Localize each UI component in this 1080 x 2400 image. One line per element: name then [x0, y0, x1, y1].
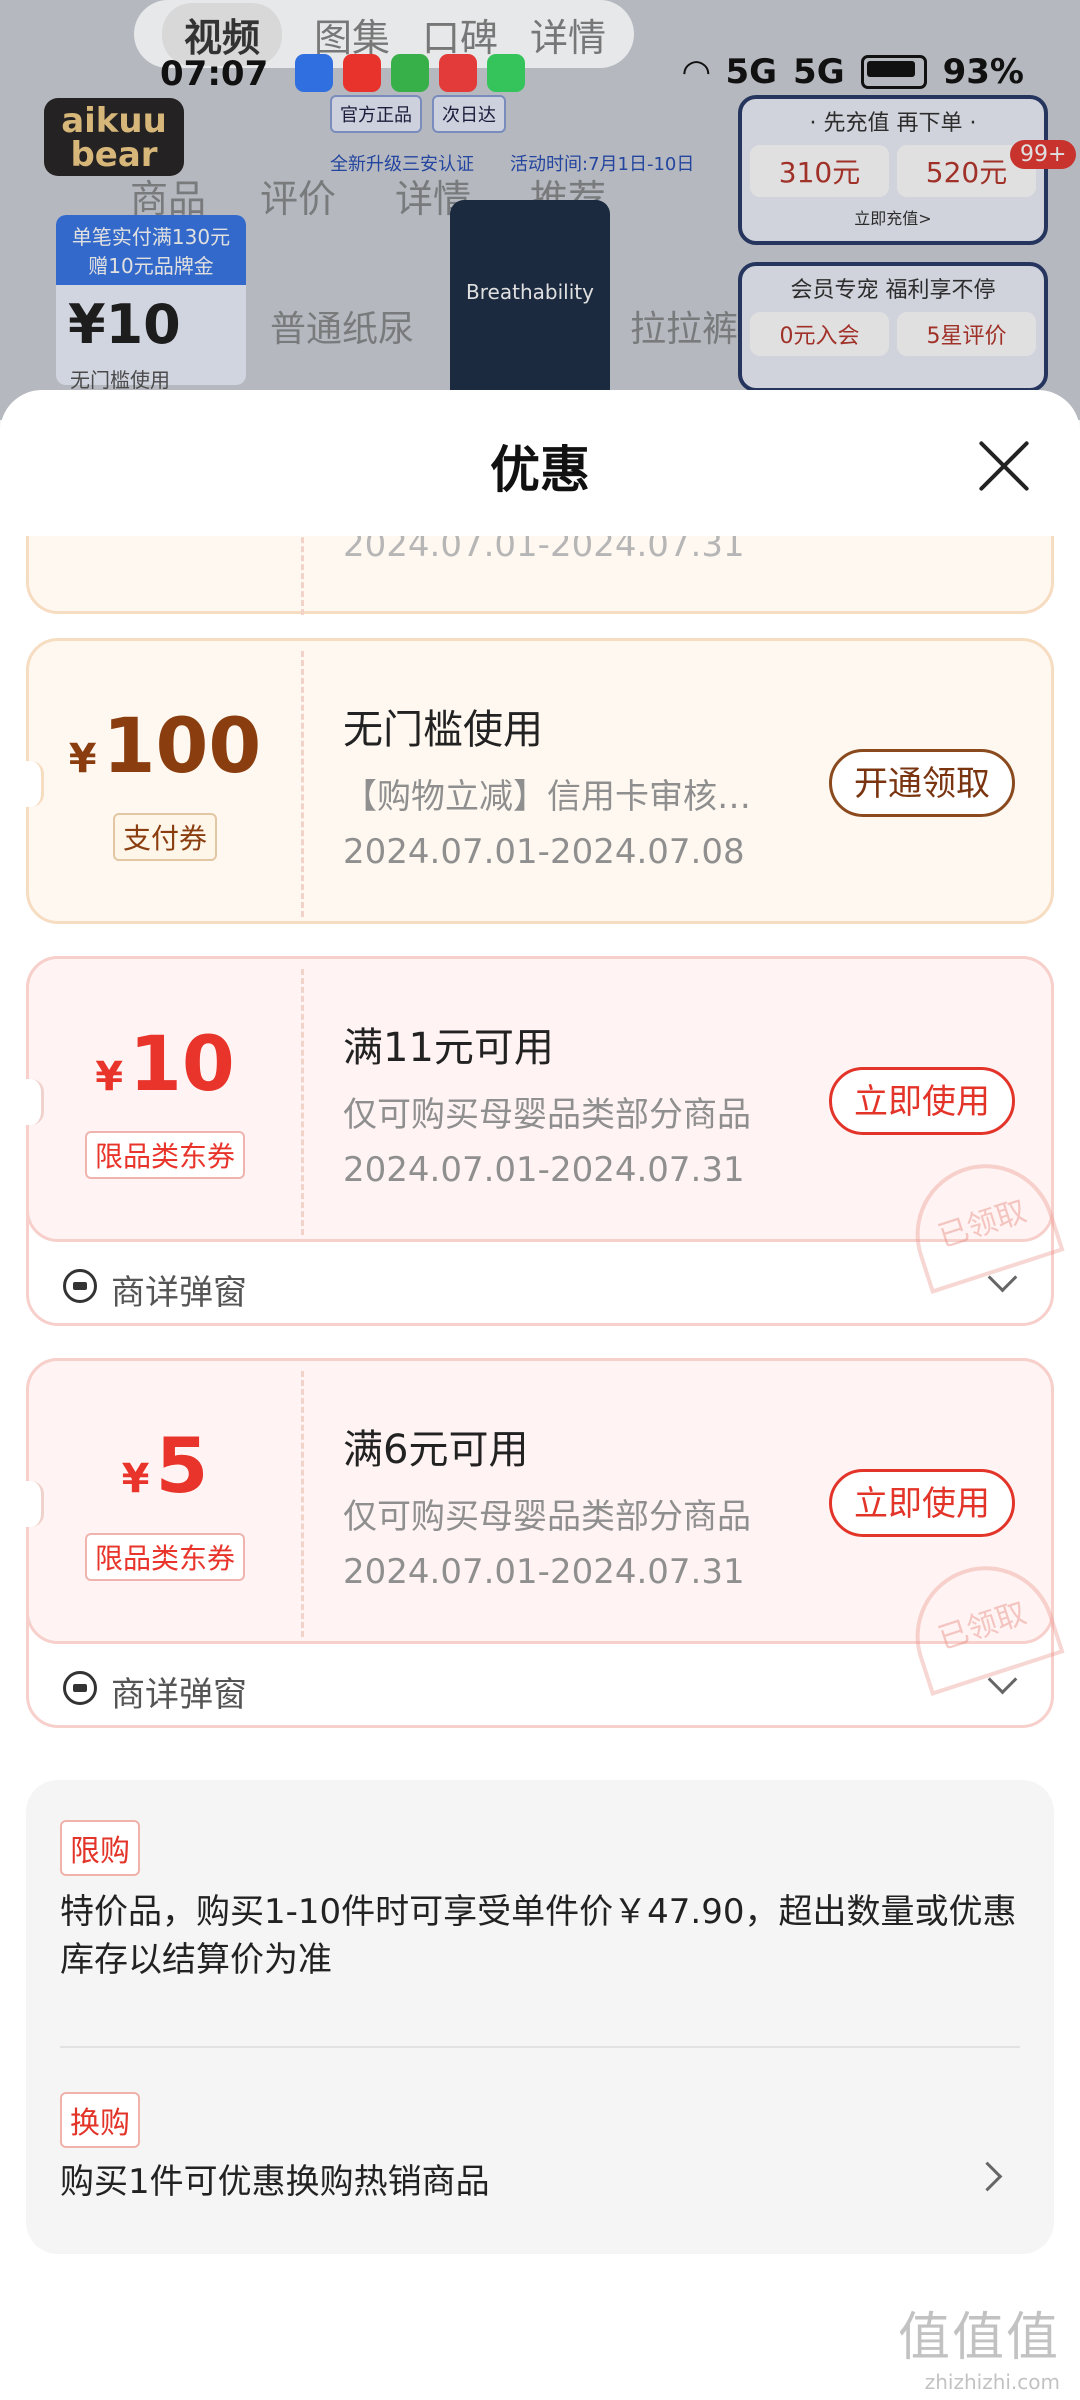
coupon-info: 无门槛使用 【购物立减】信用卡审核… 2024.07.01-2024.07.08: [343, 697, 803, 872]
chevron-down-icon[interactable]: [987, 1262, 1018, 1293]
footer-label: 商详弹窗: [111, 1675, 247, 1715]
use-now-button[interactable]: 立即使用: [829, 1469, 1015, 1537]
message-icon: [391, 54, 429, 92]
ticket-icon: [63, 1269, 97, 1303]
coupon-card[interactable]: ¥5 限品类东券 满6元可用 仅可购买母婴品类部分商品 2024.07.01-2…: [15, 1358, 1065, 1728]
phone-icon: [487, 54, 525, 92]
exchange-badge: 换购: [60, 2092, 140, 2148]
battery-icon: [860, 55, 927, 89]
watermark: 值值值 zhizhizhi.com: [898, 2295, 1060, 2394]
status-bar: 07:07 ◠ 5G 5G 93%: [0, 40, 1080, 110]
coupon-list[interactable]: 2024.07.01-2024.07.31 ¥100 支付券 无门槛使用 【购物…: [0, 536, 1080, 2400]
coupon-dates: 2024.07.01-2024.07.31: [343, 1150, 745, 1190]
coupon-divider: [301, 651, 304, 917]
coupon-card[interactable]: ¥100 支付券 无门槛使用 【购物立减】信用卡审核… 2024.07.01-2…: [15, 638, 1054, 924]
limit-text: 特价品，购买1-10件时可享受单件价￥47.90，超出数量或优惠库存以结算价为准: [60, 1892, 1017, 1980]
activate-claim-button[interactable]: 开通领取: [829, 749, 1015, 817]
coupon-dates: 2024.07.01-2024.07.08: [343, 832, 745, 872]
limit-badge: 限购: [60, 1820, 140, 1876]
signal-5g-icon: 5G: [793, 52, 845, 92]
coupon-condition: 满6元可用: [343, 1427, 529, 1473]
chevron-down-icon[interactable]: [987, 1664, 1018, 1695]
coupon-condition: 无门槛使用: [343, 707, 543, 753]
coupon-body: ¥10 限品类东券 满11元可用 仅可购买母婴品类部分商品 2024.07.01…: [15, 956, 1065, 1294]
footer-label: 商详弹窗: [111, 1273, 247, 1313]
battery-level: 93%: [942, 52, 1024, 92]
signal-5g-icon: 5G: [725, 52, 778, 92]
notification-icons: [295, 54, 525, 92]
divider: [60, 2046, 1020, 2048]
chevron-right-icon[interactable]: [972, 2161, 1003, 2192]
coupon-divider: [301, 1371, 304, 1637]
use-now-button[interactable]: 立即使用: [829, 1067, 1015, 1135]
coupon-condition: 满11元可用: [343, 1025, 554, 1071]
coupon-card[interactable]: ¥10 限品类东券 满11元可用 仅可购买母婴品类部分商品 2024.07.01…: [15, 956, 1065, 1326]
app-icon: [439, 54, 477, 92]
discount-sheet: 优惠 2024.07.01-2024.07.31 ¥100 支付券 无门槛使用 …: [0, 390, 1080, 2400]
coupon-body: ¥5 限品类东券 满6元可用 仅可购买母婴品类部分商品 2024.07.01-2…: [15, 1358, 1065, 1696]
coupon-info: 满11元可用 仅可购买母婴品类部分商品 2024.07.01-2024.07.3…: [343, 1015, 803, 1190]
coupon-footer[interactable]: 商详弹窗: [29, 1245, 1051, 1325]
coupon-divider: [301, 536, 304, 615]
sheet-title: 优惠: [490, 441, 590, 499]
coupon-type-tag: 限品类东券: [84, 1131, 246, 1179]
watermark-logo: 值值值: [897, 2308, 1060, 2368]
coupon-dates: 2024.07.01-2024.07.31: [343, 536, 745, 565]
purchase-rules: 限购 特价品，购买1-10件时可享受单件价￥47.90，超出数量或优惠库存以结算…: [26, 1780, 1054, 2254]
coupon-type-tag: 限品类东券: [84, 1533, 246, 1581]
ticket-icon: [63, 1671, 97, 1705]
coupon-type-tag: 支付券: [112, 813, 218, 861]
coupon-footer[interactable]: 商详弹窗: [29, 1647, 1051, 1727]
coupon-description: 【购物立减】信用卡审核…: [343, 777, 751, 817]
coupon-divider: [301, 969, 304, 1235]
wifi-icon: ◠: [683, 52, 710, 92]
coupon-body: ¥100 支付券 无门槛使用 【购物立减】信用卡审核… 2024.07.01-2…: [15, 638, 1054, 924]
weibo-icon: [343, 54, 381, 92]
status-time: 07:07: [160, 54, 269, 94]
coupon-description: 仅可购买母婴品类部分商品: [343, 1095, 751, 1135]
status-right: ◠ 5G 5G 93%: [683, 52, 1024, 92]
coupon-description: 仅可购买母婴品类部分商品: [343, 1497, 751, 1537]
exchange-text[interactable]: 购买1件可优惠换购热销商品: [60, 2158, 880, 2206]
coupon-body: 2024.07.01-2024.07.31: [26, 536, 1054, 615]
watermark-url: zhizhizhi.com: [924, 2370, 1060, 2394]
coupon-info: 2024.07.01-2024.07.31: [343, 536, 803, 565]
coupon-dates: 2024.07.01-2024.07.31: [343, 1552, 745, 1592]
coupon-info: 满6元可用 仅可购买母婴品类部分商品 2024.07.01-2024.07.31: [343, 1417, 803, 1592]
app-icon: [295, 54, 333, 92]
close-icon[interactable]: [976, 438, 1032, 494]
coupon-card-partial: 2024.07.01-2024.07.31: [26, 536, 1054, 615]
